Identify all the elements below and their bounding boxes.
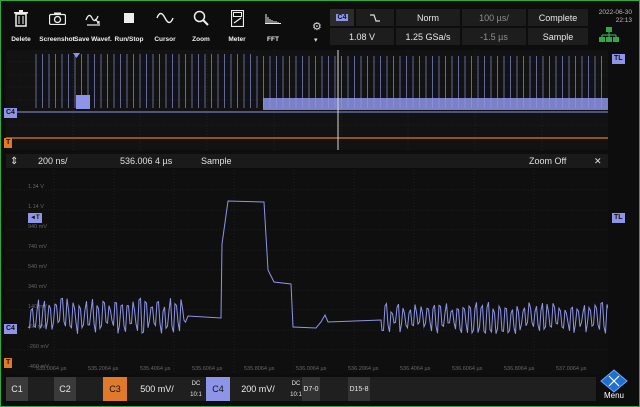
overview-c3-marker[interactable]: T — [4, 138, 13, 148]
x-tick-label: 535.2064 µs — [88, 366, 119, 372]
falling-edge-icon — [370, 13, 380, 22]
zoom-updown-icon[interactable]: ⇕ — [10, 154, 18, 168]
zoom-position[interactable]: 536.006 4 µs — [120, 154, 172, 168]
screenshot-label: Screenshot — [39, 36, 75, 43]
trigger-channel-badge: C4 — [335, 14, 349, 21]
x-tick-label: 535.0064 µs — [36, 366, 67, 372]
trigger-edge[interactable] — [356, 9, 394, 26]
gear-icon[interactable]: ⚙ — [312, 20, 322, 33]
channel-c4-button[interactable]: C4 — [206, 377, 230, 401]
menu-label: Menu — [603, 391, 624, 400]
digital-d7-0-button[interactable]: D7-0 — [302, 377, 320, 401]
time-offset[interactable]: -1.5 µs — [462, 28, 526, 45]
meter-label: Meter — [228, 36, 246, 43]
zoom-mode[interactable]: Sample — [201, 154, 232, 168]
zoomed-waveform: 1.34 V1.14 V940 mV740 mV540 mV340 mV140 … — [6, 170, 609, 373]
zoom-button[interactable]: Zoom — [183, 3, 219, 47]
date: 2022-06-30 — [598, 9, 632, 16]
channel-c3-probe: 10:1 — [190, 392, 202, 398]
magnifier-icon — [193, 9, 209, 27]
x-tick-label: 536.6064 µs — [452, 366, 483, 372]
cursor-button[interactable]: Cursor — [147, 3, 183, 47]
zoom-time-div[interactable]: 200 ns/ — [38, 154, 68, 168]
y-tick-label: 1.14 V — [28, 204, 44, 210]
acquisition-type[interactable]: Sample — [528, 28, 588, 45]
channel-c2-button[interactable]: C2 — [54, 377, 76, 401]
cursor-wave-icon — [156, 9, 174, 27]
overview-tl-marker[interactable]: TL — [612, 54, 625, 64]
trigger-level[interactable]: 1.08 V — [330, 28, 394, 45]
x-tick-label: 536.8064 µs — [504, 366, 535, 372]
digital-d15-8-button[interactable]: D15-8 — [348, 377, 370, 401]
channel-c3-coupling: DC — [191, 381, 201, 387]
delete-button[interactable]: Delete — [3, 3, 39, 47]
y-tick-label: 940 mV — [28, 224, 47, 230]
cursor-label: Cursor — [154, 36, 176, 43]
y-tick-label: -60 mV — [28, 324, 46, 330]
chevron-down-icon[interactable]: ▾ — [314, 36, 318, 44]
delete-label: Delete — [11, 36, 31, 43]
meter-button[interactable]: Meter — [219, 3, 255, 47]
channel-c3-scale[interactable]: 500 mV/ — [128, 377, 186, 401]
zoom-close-icon[interactable]: ✕ — [594, 154, 602, 168]
detail-c3-marker[interactable]: T — [4, 358, 13, 368]
acquisition-state[interactable]: Complete — [528, 9, 588, 26]
x-tick-label: 535.8064 µs — [244, 366, 275, 372]
y-tick-label: 340 mV — [28, 284, 47, 290]
fft-label: FFT — [267, 36, 279, 43]
date-time: 2022-06-30 22:13 — [594, 9, 632, 25]
run-stop-button[interactable]: Run/Stop — [111, 3, 147, 47]
zoom-label: Zoom — [192, 36, 210, 43]
save-waveform-icon — [84, 9, 102, 27]
meter-icon — [230, 9, 244, 27]
x-tick-label: 536.0064 µs — [296, 366, 327, 372]
y-tick-label: -260 mV — [28, 344, 49, 350]
zoomed-waveform-area[interactable]: 1.34 V 1.14 V 940 mV 740 mV 540 mV 340 mV 140 … — [6, 170, 609, 373]
stop-square-icon — [124, 9, 134, 27]
zoom-bar: ⇕ 200 ns/ 536.006 4 µs Sample Zoom Off ✕ — [6, 154, 608, 168]
x-tick-label: 536.4064 µs — [400, 366, 431, 372]
acquisition-status: C4 1.08 V Norm 1.25 GSa/s 100 µs/ -1.5 µ… — [330, 9, 588, 45]
camera-icon — [48, 9, 66, 27]
overview-waveform-area[interactable] — [6, 50, 608, 150]
sample-rate[interactable]: 1.25 GSa/s — [396, 28, 460, 45]
detail-tl-marker[interactable]: TL — [612, 213, 625, 223]
channel-c1-button[interactable]: C1 — [6, 377, 28, 401]
x-tick-label: 536.2064 µs — [348, 366, 379, 372]
channel-c4-scale[interactable]: 200 mV/ — [230, 377, 286, 401]
zoom-off-button[interactable]: Zoom Off — [529, 154, 566, 168]
y-tick-label: 740 mV — [28, 244, 47, 250]
fft-spectrum-icon — [265, 9, 281, 27]
time: 22:13 — [615, 17, 632, 24]
acquisition-mode[interactable]: Norm — [396, 9, 460, 26]
fft-button[interactable]: FFT — [255, 3, 291, 47]
network-icon — [599, 27, 619, 43]
overview-c4-marker[interactable]: C4 — [4, 108, 17, 118]
x-tick-label: 535.4064 µs — [140, 366, 171, 372]
screenshot-button[interactable]: Screenshot — [39, 3, 75, 47]
y-tick-label: 1.34 V — [28, 184, 44, 190]
save-waveform-button[interactable]: Save Wavef. — [74, 3, 112, 47]
x-tick-label: 535.6064 µs — [192, 366, 223, 372]
detail-c4-marker[interactable]: C4 — [4, 324, 17, 334]
time-scale[interactable]: 100 µs/ — [462, 9, 526, 26]
trigger-level-arrow[interactable]: ◄T — [28, 213, 42, 223]
trigger-source[interactable]: C4 — [330, 9, 354, 26]
run-stop-label: Run/Stop — [114, 36, 144, 43]
y-tick-label: 540 mV — [28, 264, 47, 270]
x-tick-label: 537.0064 µs — [556, 366, 587, 372]
overview-waveform — [6, 50, 608, 150]
channel-c3-button[interactable]: C3 — [103, 377, 127, 401]
save-waveform-label: Save Wavef. — [74, 36, 112, 43]
toolbar: Delete Screenshot Save Wavef. Run/Stop C… — [3, 3, 330, 47]
trash-icon — [14, 9, 28, 27]
